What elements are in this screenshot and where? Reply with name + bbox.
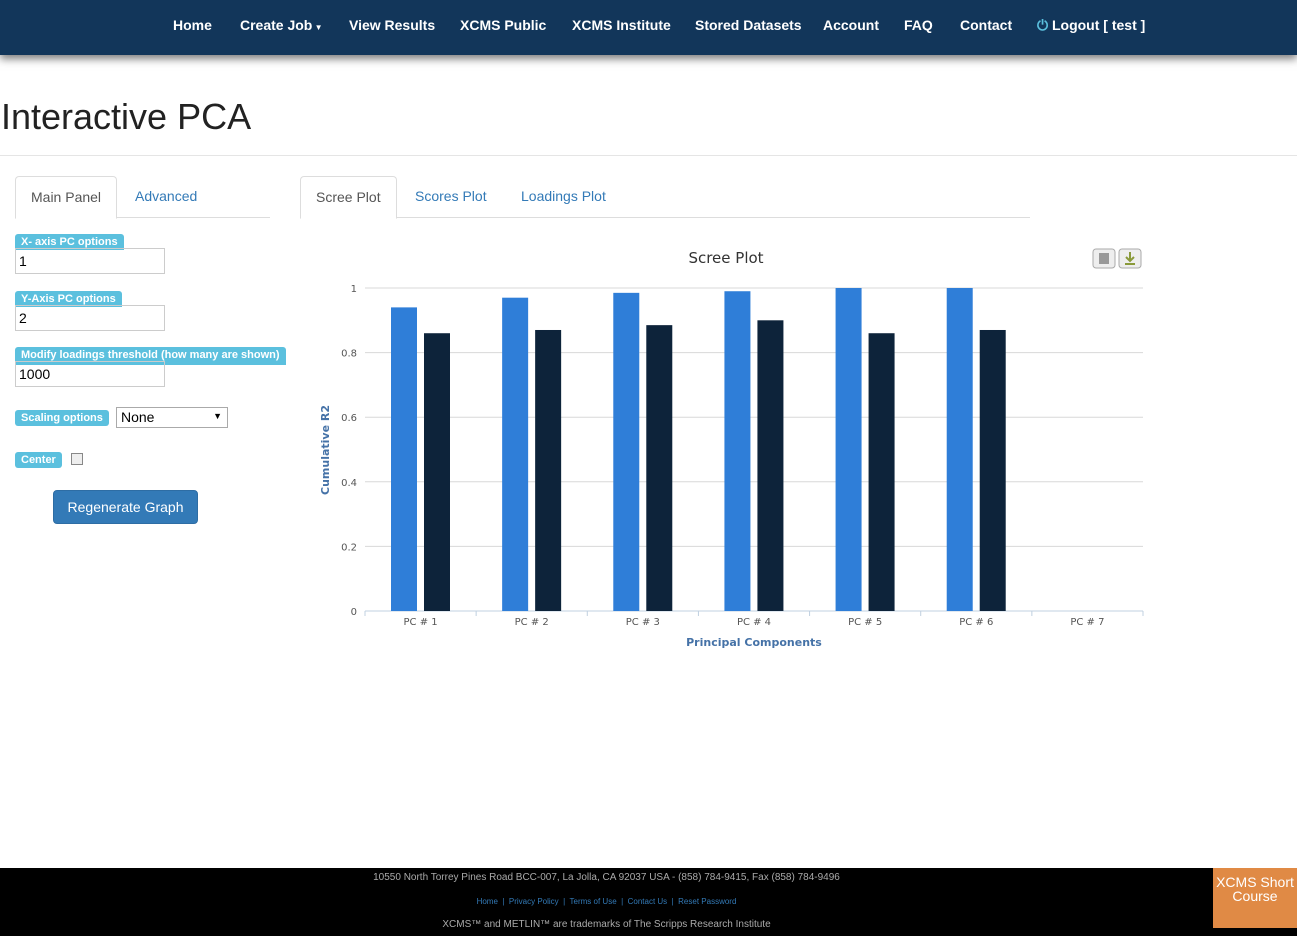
- footer-address: 10550 North Torrey Pines Road BCC-007, L…: [373, 872, 840, 883]
- tab-loadings-plot[interactable]: Loadings Plot: [506, 176, 621, 218]
- tab-scree-plot[interactable]: Scree Plot: [300, 176, 397, 219]
- x-tick-label: PC # 7: [1070, 617, 1104, 628]
- nav-logout[interactable]: ⏻ Logout [ test ]: [1037, 17, 1145, 34]
- regenerate-graph-button[interactable]: Regenerate Graph: [53, 490, 198, 524]
- divider: [0, 155, 1297, 156]
- bar-2: [868, 333, 895, 611]
- nav-xcms-institute[interactable]: XCMS Institute: [572, 17, 671, 33]
- chart-title: Scree Plot: [688, 249, 763, 267]
- bar-2: [757, 320, 784, 611]
- nav-create-job[interactable]: Create Job ▼: [240, 17, 323, 33]
- page-title: Interactive PCA: [1, 96, 252, 137]
- nav-account[interactable]: Account: [823, 17, 879, 33]
- y-tick-label: 0: [351, 607, 357, 618]
- nav-faq[interactable]: FAQ: [904, 17, 933, 33]
- bar-2: [979, 329, 1006, 611]
- center-checkbox[interactable]: [71, 453, 83, 465]
- x-axis-title: Principal Components: [686, 636, 822, 649]
- footer-link-reset-password[interactable]: Reset Password: [678, 897, 736, 906]
- center-label: Center: [15, 452, 62, 468]
- footer-link-privacy[interactable]: Privacy Policy: [509, 897, 559, 906]
- nav-logout-label: Logout [ test ]: [1051, 17, 1146, 33]
- x-tick-label: PC # 6: [959, 617, 993, 628]
- bar-2: [535, 329, 562, 611]
- y-tick-label: 0.8: [341, 349, 357, 360]
- print-button[interactable]: [1092, 248, 1116, 269]
- nav-view-results[interactable]: View Results: [349, 17, 435, 33]
- x-tick-label: PC # 4: [737, 617, 771, 628]
- y-tick-label: 1: [351, 284, 357, 295]
- bar-2: [646, 325, 673, 611]
- y-axis-input[interactable]: 2: [15, 305, 165, 331]
- y-tick-label: 0.6: [341, 413, 357, 424]
- scaling-select[interactable]: None ▼: [116, 407, 228, 428]
- x-tick-label: PC # 2: [515, 617, 549, 628]
- x-tick-label: PC # 5: [848, 617, 882, 628]
- y-tick-label: 0.2: [341, 542, 357, 553]
- bar-1: [613, 292, 640, 611]
- footer-link-contact[interactable]: Contact Us: [628, 897, 668, 906]
- y-axis-title: Cumulative R2: [319, 405, 332, 495]
- bar-1: [391, 307, 417, 611]
- scree-plot-chart: Scree Plot Cumulative R2 Principal Compo…: [319, 248, 1144, 649]
- footer-link-terms[interactable]: Terms of Use: [570, 897, 617, 906]
- xcms-short-course-badge[interactable]: XCMS Short Course: [1213, 868, 1297, 928]
- nav-home[interactable]: Home: [173, 17, 212, 33]
- nav-stored-datasets[interactable]: Stored Datasets: [695, 17, 802, 33]
- scaling-label: Scaling options: [15, 410, 109, 426]
- chevron-down-icon: ▼: [213, 411, 222, 421]
- x-tick-label: PC # 1: [404, 617, 438, 628]
- plot-tabs: Scree Plot Scores Plot Loadings Plot: [300, 176, 1030, 219]
- footer-trademark: XCMS™ and METLIN™ are trademarks of The …: [442, 919, 771, 930]
- tab-advanced[interactable]: Advanced: [120, 176, 212, 218]
- threshold-input[interactable]: 1000: [15, 361, 165, 387]
- printer-icon: [1099, 253, 1109, 264]
- top-navbar: Home Create Job ▼ View Results XCMS Publ…: [0, 0, 1297, 55]
- bar-1: [502, 297, 529, 611]
- bar-1: [835, 288, 862, 611]
- footer: 10550 North Torrey Pines Road BCC-007, L…: [0, 868, 1297, 936]
- caret-down-icon: ▼: [312, 23, 323, 32]
- scaling-value: None: [121, 409, 155, 425]
- nav-xcms-public[interactable]: XCMS Public: [460, 17, 546, 33]
- y-tick-label: 0.4: [341, 478, 357, 489]
- nav-contact[interactable]: Contact: [960, 17, 1012, 33]
- nav-create-job-label: Create Job: [240, 17, 313, 33]
- bar-1: [724, 291, 751, 611]
- bar-1: [946, 288, 973, 611]
- tab-scores-plot[interactable]: Scores Plot: [400, 176, 502, 218]
- footer-link-home[interactable]: Home: [477, 897, 498, 906]
- x-tick-label: PC # 3: [626, 617, 660, 628]
- footer-links: Home | Privacy Policy | Terms of Use | C…: [476, 897, 737, 906]
- power-icon: ⏻: [1037, 17, 1052, 33]
- bar-2: [424, 333, 450, 611]
- tab-main-panel[interactable]: Main Panel: [15, 176, 118, 219]
- left-tabs: Main Panel Advanced: [15, 176, 270, 219]
- download-button[interactable]: [1118, 248, 1142, 269]
- x-axis-input[interactable]: 1: [15, 248, 165, 274]
